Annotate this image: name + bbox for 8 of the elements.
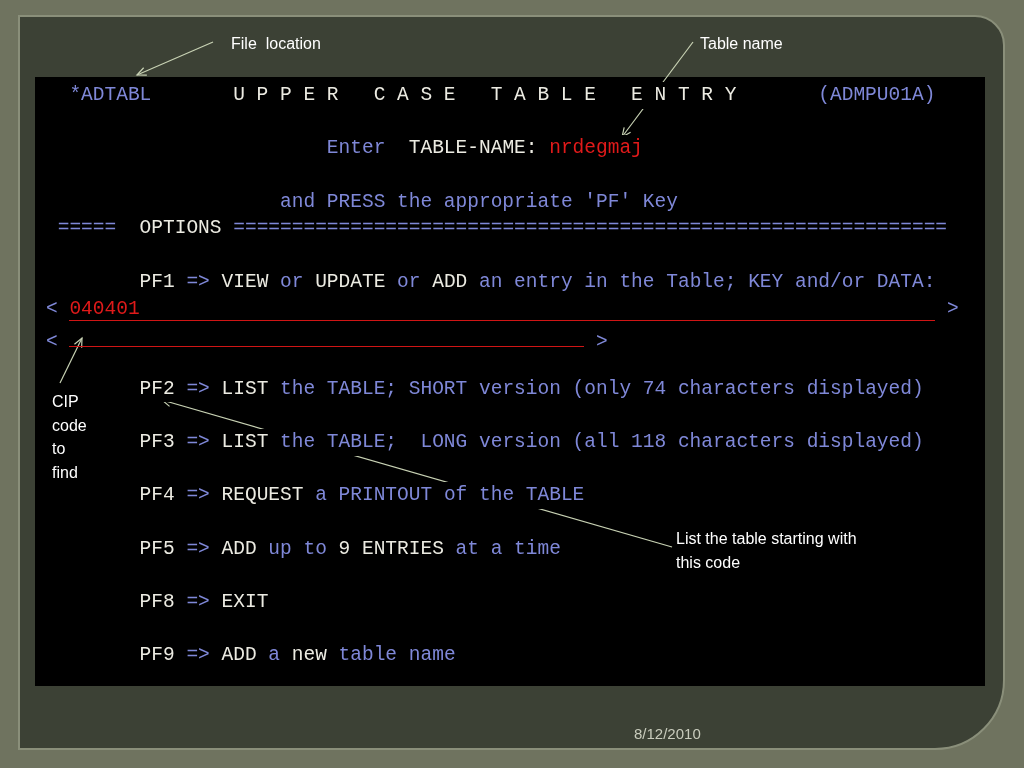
screen-title: U P P E R C A S E T A B L E E N T R Y xyxy=(233,82,737,109)
annotation-arrow xyxy=(59,336,83,384)
annotation-label: List the table starting with this code xyxy=(676,529,858,573)
annotation-label: CIP code to find xyxy=(52,392,88,483)
input-field[interactable]: 040401 xyxy=(69,295,936,321)
slide-date: 8/12/2010 xyxy=(634,725,701,742)
annotation-label: Table name xyxy=(700,34,783,54)
annotation-label: File location xyxy=(231,34,321,54)
